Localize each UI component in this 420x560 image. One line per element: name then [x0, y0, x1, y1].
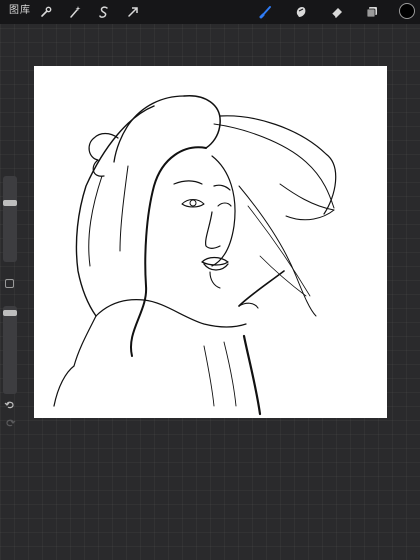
selection-s-icon[interactable] [95, 3, 113, 21]
layers-icon[interactable] [363, 3, 381, 21]
smudge-icon[interactable] [292, 3, 310, 21]
undo-icon[interactable] [4, 396, 16, 409]
opacity-thumb[interactable] [3, 310, 17, 316]
modify-square-icon[interactable] [5, 279, 14, 288]
left-sidebar [0, 176, 20, 428]
eraser-icon[interactable] [328, 3, 346, 21]
actions-wrench-icon[interactable] [37, 3, 55, 21]
redo-icon[interactable] [4, 414, 16, 427]
gallery-button[interactable]: 图库 [9, 4, 31, 18]
transform-arrow-icon[interactable] [124, 3, 142, 21]
color-picker-swatch[interactable] [399, 3, 415, 19]
brush-size-slider[interactable] [3, 176, 17, 262]
drawing-canvas[interactable] [34, 66, 387, 418]
line-art-drawing [53, 95, 337, 416]
brush-icon[interactable] [257, 3, 275, 21]
brush-size-thumb[interactable] [3, 200, 17, 206]
opacity-slider[interactable] [3, 306, 17, 394]
adjustments-magic-wand-icon[interactable] [66, 3, 84, 21]
top-toolbar: 图库 [0, 0, 420, 24]
